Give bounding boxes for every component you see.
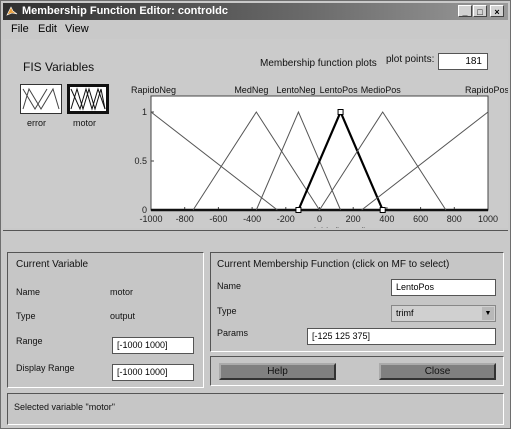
x-tick-label: 600 <box>413 214 428 224</box>
x-tick-label: -600 <box>209 214 227 224</box>
mf-name-label: Name <box>217 281 242 291</box>
menu-file[interactable]: File <box>11 23 29 35</box>
separator <box>3 230 508 231</box>
menu-edit[interactable]: Edit <box>38 23 57 35</box>
x-tick-label: 400 <box>379 214 394 224</box>
title-bar: Membership Function Editor: controldc _ … <box>3 3 508 20</box>
fis-plot-area: FIS Variables error motor Membership fun… <box>3 39 508 228</box>
display-range-label: Display Range <box>16 363 75 373</box>
mf-label: RapidoNeg <box>131 85 176 95</box>
range-input[interactable]: [-1000 1000] <box>112 337 194 354</box>
maximize-button[interactable]: □ <box>473 5 487 17</box>
chevron-down-icon: ▼ <box>482 307 494 320</box>
current-mf-panel: Current Membership Function (click on MF… <box>210 252 504 352</box>
mf-label: LentoPos <box>320 85 359 95</box>
close-icon: × <box>494 7 500 17</box>
params-input[interactable]: [-125 125 375] <box>307 328 496 345</box>
x-tick-label: 1000 <box>478 214 498 224</box>
mf-type-value: trimf <box>396 308 414 318</box>
status-text: Selected variable "motor" <box>14 402 115 412</box>
x-tick-label: -1000 <box>139 214 162 224</box>
mf-vertex-handle <box>337 109 344 115</box>
mf-type-label: Type <box>217 306 237 316</box>
status-bar: Selected variable "motor" <box>7 393 504 425</box>
var-type-label: Type <box>16 311 36 321</box>
y-tick-label: 0.5 <box>134 156 147 166</box>
help-button[interactable]: Help <box>219 363 336 380</box>
mf-vertex-handle <box>379 207 386 213</box>
x-tick-label: 200 <box>346 214 361 224</box>
display-range-input[interactable]: [-1000 1000] <box>112 364 194 381</box>
current-variable-title: Current Variable <box>16 259 89 270</box>
button-panel: Help Close <box>210 356 504 386</box>
x-tick-label: 0 <box>317 214 322 224</box>
x-tick-label: -400 <box>243 214 261 224</box>
minimize-icon: _ <box>462 7 468 17</box>
x-axis-label: output variable "motor" <box>274 226 365 228</box>
plot-background <box>150 95 489 211</box>
current-mf-title: Current Membership Function (click on MF… <box>217 259 450 270</box>
menu-view[interactable]: View <box>65 23 89 35</box>
menu-bar: File Edit View <box>3 21 508 37</box>
mf-name-input[interactable]: LentoPos <box>391 279 496 296</box>
membership-function-editor-window: Membership Function Editor: controldc _ … <box>0 0 511 429</box>
range-label: Range <box>16 336 43 346</box>
mf-label: RapidoPos <box>465 85 508 95</box>
var-name-value: motor <box>110 287 134 297</box>
mf-label: MedNeg <box>234 85 268 95</box>
mf-type-select[interactable]: trimf ▼ <box>391 305 496 322</box>
y-tick-label: 0 <box>142 205 147 215</box>
current-variable-panel: Current Variable Name motor Type output … <box>7 252 204 388</box>
mf-vertex-handle <box>295 207 302 213</box>
maximize-icon: □ <box>477 7 483 17</box>
x-tick-label: -200 <box>277 214 295 224</box>
minimize-button[interactable]: _ <box>458 5 472 17</box>
y-tick-label: 1 <box>142 107 147 117</box>
mf-label: LentoNeg <box>276 85 315 95</box>
window-title: Membership Function Editor: controldc <box>22 5 228 17</box>
var-type-value: output <box>110 311 136 321</box>
x-tick-label: 800 <box>447 214 462 224</box>
var-name-label: Name <box>16 287 41 297</box>
close-button[interactable]: Close <box>379 363 496 380</box>
params-label: Params <box>217 328 249 338</box>
membership-function-plot[interactable]: -1000 -800 -600 -400 -200 0 200 400 600 800 1000 0 0… <box>3 39 508 228</box>
matlab-logo-icon <box>6 6 18 16</box>
x-tick-label: -800 <box>176 214 194 224</box>
close-window-button[interactable]: × <box>490 5 504 17</box>
mf-label: MedioPos <box>361 85 402 95</box>
